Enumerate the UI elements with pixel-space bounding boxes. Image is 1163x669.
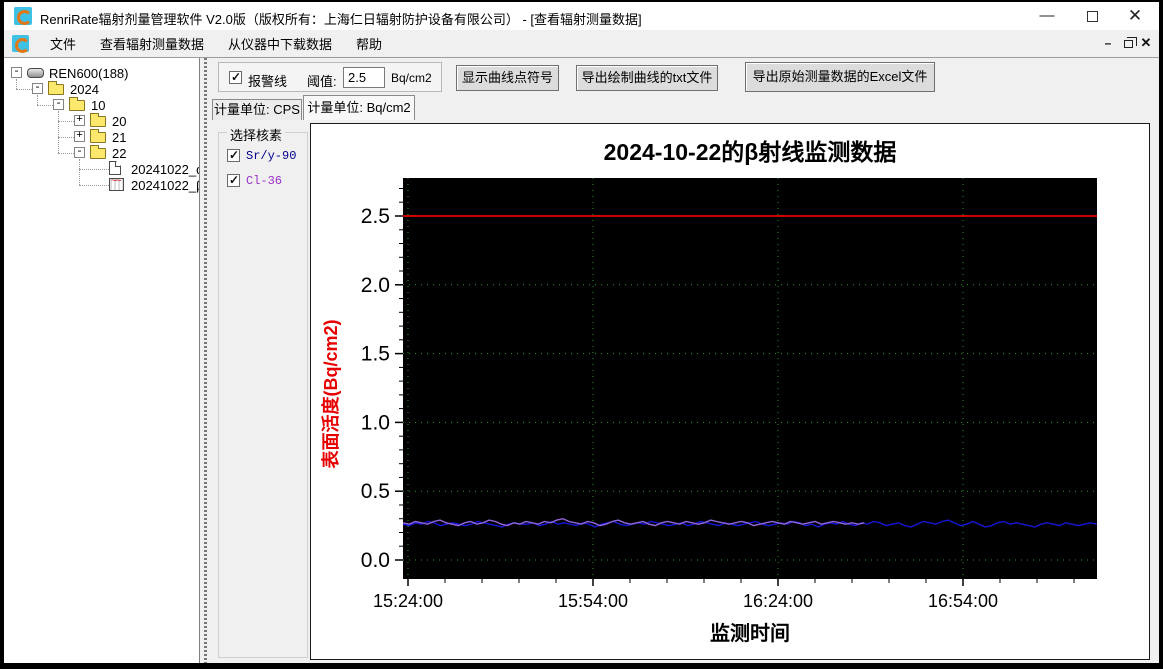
menu-item-0[interactable]: 文件 bbox=[38, 30, 88, 57]
svg-text:2.0: 2.0 bbox=[361, 274, 390, 297]
nuclide-label: Cl-36 bbox=[246, 174, 283, 188]
tree-row[interactable]: - 2024 bbox=[4, 81, 199, 97]
threshold-label: 阈值: bbox=[307, 74, 337, 89]
tree-connector bbox=[16, 79, 17, 89]
device-tree-panel: -REN600(188)-2024-10+20+21-2220241022_α2… bbox=[4, 58, 200, 663]
tree-connector bbox=[79, 159, 80, 185]
tree-connector bbox=[16, 89, 32, 90]
window-minimize-button[interactable]: — bbox=[1025, 2, 1069, 30]
folder-icon bbox=[90, 145, 106, 159]
svg-text:1.0: 1.0 bbox=[361, 411, 390, 434]
tree-row[interactable]: - REN600(188) bbox=[4, 65, 199, 81]
toolbar-button-1[interactable]: 导出绘制曲线的txt文件 bbox=[576, 65, 718, 91]
restore-icon bbox=[1123, 36, 1137, 48]
app-window: RenriRate辐射剂量管理软件 V2.0版（版权所有：上海仁日辐射防护设备有… bbox=[4, 2, 1159, 663]
chart-svg: 0.0 0.5 1.0 1.5 2.0 2.5 15:24:00 15:54:00 16:24:… bbox=[320, 139, 1097, 645]
svg-text:0.0: 0.0 bbox=[361, 549, 390, 572]
svg-text:0.5: 0.5 bbox=[361, 480, 390, 503]
tree-item-label[interactable]: REN600(188) bbox=[49, 66, 129, 81]
tree-item-label[interactable]: 20 bbox=[112, 114, 126, 129]
menu-item-1[interactable]: 查看辐射测量数据 bbox=[88, 30, 216, 57]
collapse-icon[interactable]: - bbox=[32, 83, 43, 94]
window-close-button[interactable]: ✕ bbox=[1113, 2, 1157, 30]
collapse-icon[interactable]: - bbox=[53, 99, 64, 110]
collapse-icon[interactable]: - bbox=[11, 67, 22, 78]
tree-connector bbox=[58, 153, 74, 154]
toolbar-button-0[interactable]: 显示曲线点符号 bbox=[456, 65, 559, 91]
doc-icon bbox=[109, 161, 121, 175]
tree-row[interactable]: - 22 bbox=[4, 145, 199, 161]
menu-bar: 文件 查看辐射测量数据 从仪器中下载数据 帮助 – ✕ bbox=[4, 30, 1159, 58]
mdi-minimize-button[interactable]: – bbox=[1099, 34, 1117, 52]
svg-text:2.5: 2.5 bbox=[361, 205, 390, 228]
tree-item-label[interactable]: 21 bbox=[112, 130, 126, 145]
folder-icon bbox=[48, 81, 64, 95]
main-area: -REN600(188)-2024-10+20+21-2220241022_α2… bbox=[4, 58, 1159, 663]
toolbar-button-2[interactable]: 导出原始测量数据的Excel文件 bbox=[745, 62, 935, 92]
alarm-line-label: 报警线 bbox=[248, 74, 288, 89]
menu-items: 文件 查看辐射测量数据 从仪器中下载数据 帮助 bbox=[38, 30, 394, 57]
tree-item-label[interactable]: 20241022_β bbox=[131, 178, 199, 193]
threshold-input[interactable] bbox=[343, 67, 385, 88]
svg-text:1.5: 1.5 bbox=[361, 343, 390, 366]
mdi-close-button[interactable]: ✕ bbox=[1137, 34, 1155, 52]
tree-row[interactable]: - 10 bbox=[4, 97, 199, 113]
window-maximize-button[interactable] bbox=[1070, 2, 1114, 30]
svg-text:15:54:00: 15:54:00 bbox=[558, 591, 628, 611]
svg-text:16:54:00: 16:54:00 bbox=[928, 591, 998, 611]
maximize-icon bbox=[1086, 10, 1098, 22]
tree-item-label[interactable]: 10 bbox=[91, 98, 105, 113]
svg-text:表面活度(Bq/cm2): 表面活度(Bq/cm2) bbox=[320, 319, 341, 468]
nuclide-selection-box: 选择核素 Sr/y-90 Cl-36 bbox=[218, 125, 308, 658]
app-icon bbox=[14, 7, 32, 25]
mdi-child-icon bbox=[12, 35, 30, 53]
mdi-restore-button[interactable] bbox=[1119, 34, 1137, 52]
tree-row[interactable]: +21 bbox=[4, 129, 199, 145]
tree-connector bbox=[79, 185, 109, 186]
collapse-icon[interactable]: - bbox=[74, 147, 85, 158]
expand-icon[interactable]: + bbox=[74, 131, 85, 142]
panel-splitter[interactable] bbox=[201, 58, 210, 663]
svg-text:监测时间: 监测时间 bbox=[710, 622, 790, 645]
alarm-line-group: 报警线 阈值: Bq/cm2 bbox=[218, 62, 442, 92]
nuclide-label: Sr/y-90 bbox=[246, 149, 297, 163]
tree-connector bbox=[58, 121, 74, 122]
folder-icon bbox=[69, 97, 85, 111]
folder-icon bbox=[90, 113, 106, 127]
tree-row[interactable]: +20 bbox=[4, 113, 199, 129]
menu-item-2[interactable]: 从仪器中下载数据 bbox=[216, 30, 344, 57]
svg-text:15:24:00: 15:24:00 bbox=[373, 591, 443, 611]
monitoring-chart: 0.0 0.5 1.0 1.5 2.0 2.5 15:24:00 15:54:00 16:24:… bbox=[311, 124, 1149, 664]
title-bar: RenriRate辐射剂量管理软件 V2.0版（版权所有：上海仁日辐射防护设备有… bbox=[4, 2, 1159, 30]
svg-text:2024-10-22的β射线监测数据: 2024-10-22的β射线监测数据 bbox=[604, 139, 897, 165]
nuclide-box-title: 选择核素 bbox=[227, 125, 286, 144]
tab-unit-1[interactable]: 计量单位: Bq/cm2 bbox=[303, 95, 415, 120]
tree-connector bbox=[79, 169, 109, 170]
tab-unit-0[interactable]: 计量单位: CPS bbox=[212, 99, 302, 120]
nuclide-checkbox-Sr/y-90[interactable] bbox=[227, 148, 240, 162]
folder-icon bbox=[90, 129, 106, 143]
tree-item-label[interactable]: 20241022_α bbox=[131, 162, 199, 177]
expand-icon[interactable]: + bbox=[74, 115, 85, 126]
device-icon bbox=[27, 68, 44, 78]
nuclide-checkbox-Cl-36[interactable] bbox=[227, 173, 240, 187]
tree-item-label[interactable]: 22 bbox=[112, 146, 126, 161]
content-panel: 报警线 阈值: Bq/cm2 显示曲线点符号导出绘制曲线的txt文件 导出原始测量… bbox=[210, 58, 1159, 663]
threshold-unit-label: Bq/cm2 bbox=[391, 71, 432, 85]
window-title: RenriRate辐射剂量管理软件 V2.0版（版权所有：上海仁日辐射防护设备有… bbox=[40, 12, 642, 27]
chart-panel: 0.0 0.5 1.0 1.5 2.0 2.5 15:24:00 15:54:00 16:24:… bbox=[310, 123, 1150, 660]
chartfile-icon bbox=[109, 178, 124, 191]
tree-connector bbox=[58, 111, 59, 153]
tree-connector bbox=[37, 95, 38, 105]
menu-item-3[interactable]: 帮助 bbox=[344, 30, 394, 57]
tree-connector bbox=[58, 137, 74, 138]
tree-connector bbox=[37, 105, 53, 106]
svg-text:16:24:00: 16:24:00 bbox=[743, 591, 813, 611]
alarm-line-checkbox[interactable] bbox=[229, 70, 242, 84]
tree-item-label[interactable]: 2024 bbox=[70, 82, 99, 97]
